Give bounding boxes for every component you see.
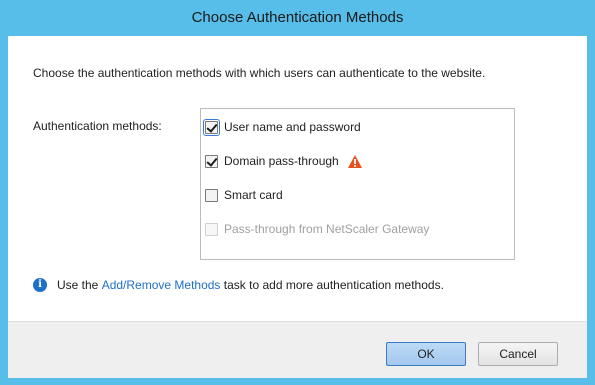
cancel-button[interactable]: Cancel [478, 342, 558, 366]
ok-button[interactable]: OK [386, 342, 466, 366]
info-row: i Use the Add/Remove Methods task to add… [33, 278, 444, 292]
checkbox-user-name-password[interactable] [203, 118, 220, 136]
authentication-methods-label: Authentication methods: [33, 119, 162, 133]
info-suffix: task to add more authentication methods. [223, 278, 444, 292]
dialog-window: Choose Authentication Methods Choose the… [0, 0, 595, 385]
method-netscaler-gateway: Pass-through from NetScaler Gateway [205, 219, 429, 239]
method-label: Domain pass-through [224, 154, 339, 168]
intro-text: Choose the authentication methods with w… [33, 66, 486, 80]
method-user-name-password[interactable]: User name and password [203, 117, 361, 137]
warning-triangle-icon [347, 154, 362, 168]
checkbox-netscaler-gateway [205, 222, 218, 236]
dialog-title: Choose Authentication Methods [191, 9, 404, 26]
authentication-methods-list: User name and password Domain pass-throu… [200, 108, 515, 260]
checkbox-smart-card[interactable] [205, 188, 218, 202]
method-smart-card[interactable]: Smart card [205, 185, 283, 205]
info-icon: i [33, 278, 47, 292]
checkbox-domain-pass-through[interactable] [205, 154, 218, 168]
dialog-content: Choose the authentication methods with w… [8, 36, 587, 321]
info-prefix: Use the [57, 278, 99, 292]
method-label: Pass-through from NetScaler Gateway [224, 222, 430, 236]
method-label: User name and password [224, 120, 361, 134]
method-label: Smart card [224, 188, 283, 202]
dialog-footer: OK Cancel [8, 321, 587, 378]
add-remove-methods-link[interactable]: Add/Remove Methods [102, 278, 221, 292]
method-domain-pass-through[interactable]: Domain pass-through [205, 151, 363, 171]
